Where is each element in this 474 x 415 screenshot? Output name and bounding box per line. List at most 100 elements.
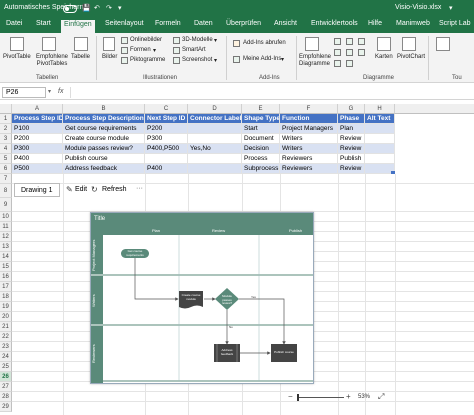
row-header-selected[interactable]: 26 (0, 372, 12, 382)
tab-entwicklertools[interactable]: Entwicklertools (311, 20, 358, 27)
table-cell[interactable]: Review (338, 164, 365, 174)
table-cell[interactable]: P400,P500 (145, 144, 188, 154)
row-header[interactable]: 19 (0, 302, 12, 312)
row-header[interactable]: 10 (0, 212, 12, 222)
scatter-chart-icon[interactable] (346, 60, 353, 67)
zoom-out-button[interactable]: − (288, 392, 293, 401)
table-cell[interactable]: Yes,No (188, 144, 242, 154)
row-header[interactable]: 4 (0, 144, 12, 154)
row-header[interactable]: 5 (0, 154, 12, 164)
column-header-i[interactable] (395, 104, 474, 114)
table-header-cell[interactable]: Shape Type (242, 114, 280, 124)
table-resize-handle[interactable] (391, 171, 395, 174)
zoom-slider-track[interactable] (298, 397, 344, 398)
statistic-chart-icon[interactable] (358, 38, 365, 45)
row-header[interactable]: 20 (0, 312, 12, 322)
table-cell[interactable] (145, 154, 188, 164)
tab-datei[interactable]: Datei (6, 20, 22, 27)
tab-ueberpruefen[interactable]: Überprüfen (226, 20, 261, 27)
table-cell[interactable]: Review (338, 144, 365, 154)
row-header[interactable]: 29 (0, 402, 12, 412)
table-cell[interactable]: P200 (12, 134, 63, 144)
table-cell[interactable] (188, 124, 242, 134)
table-cell[interactable]: Decision (242, 144, 280, 154)
row-header[interactable]: 3 (0, 134, 12, 144)
column-header-g[interactable]: G (338, 104, 365, 114)
table-cell[interactable] (365, 124, 395, 134)
table-cell[interactable]: Reviewers (280, 164, 338, 174)
tab-start[interactable]: Start (36, 20, 51, 27)
table-cell[interactable]: Module passes review? (63, 144, 145, 154)
more-options-icon[interactable]: ··· (136, 185, 143, 192)
column-header-c[interactable]: C (145, 104, 188, 114)
title-dropdown-icon[interactable]: ▾ (449, 4, 453, 12)
zoom-slider-thumb[interactable] (297, 394, 299, 401)
row-header[interactable]: 28 (0, 392, 12, 402)
column-header-a[interactable]: A (12, 104, 63, 114)
column-header-e[interactable]: E (242, 104, 280, 114)
table-header-cell[interactable]: Process Step Description (63, 114, 145, 124)
formula-input[interactable] (70, 87, 472, 98)
table-cell[interactable] (188, 134, 242, 144)
table-cell[interactable]: Subprocess (242, 164, 280, 174)
row-header[interactable]: 13 (0, 242, 12, 252)
row-header[interactable]: 1 (0, 114, 12, 124)
row-header[interactable]: 14 (0, 252, 12, 262)
quick-access-more-icon[interactable]: ▾ (118, 4, 122, 12)
table-header-cell[interactable]: Alt Text (365, 114, 395, 124)
fx-icon[interactable]: fx (58, 88, 63, 95)
combo-chart-icon[interactable] (358, 49, 365, 56)
drawing-name-tab[interactable]: Drawing 1 (14, 183, 60, 197)
tab-seitenlayout[interactable]: Seitenlayout (105, 20, 144, 27)
table-cell[interactable]: Writers (280, 134, 338, 144)
table-cell[interactable]: P300 (12, 144, 63, 154)
refresh-button[interactable]: Refresh (102, 186, 127, 193)
zoom-level[interactable]: 53% (358, 394, 370, 400)
row-header[interactable]: 6 (0, 164, 12, 174)
row-header[interactable]: 27 (0, 382, 12, 392)
hierarchy-chart-icon[interactable] (346, 38, 353, 45)
table-cell[interactable]: P400 (12, 154, 63, 164)
column-header-b[interactable]: B (63, 104, 145, 114)
table-header-cell[interactable]: Next Step ID (145, 114, 188, 124)
visio-diagram[interactable]: Title Plan Review Publish Project Manage… (90, 212, 314, 384)
table-cell[interactable]: Document (242, 134, 280, 144)
table-cell[interactable] (188, 164, 242, 174)
table-cell[interactable]: Process (242, 154, 280, 164)
table-cell[interactable] (188, 154, 242, 164)
row-header[interactable]: 11 (0, 222, 12, 232)
table-cell[interactable]: P300 (145, 134, 188, 144)
row-header[interactable]: 17 (0, 282, 12, 292)
fit-to-window-icon[interactable]: ⤢ (378, 392, 384, 402)
table-header-cell[interactable]: Process Step ID (12, 114, 63, 124)
row-header[interactable]: 8 (0, 184, 12, 198)
table-cell[interactable]: Publish (338, 154, 365, 164)
table-cell[interactable] (365, 134, 395, 144)
name-box[interactable]: P26 (2, 87, 46, 98)
table-cell[interactable]: Review (338, 134, 365, 144)
row-header[interactable]: 21 (0, 322, 12, 332)
column-header-f[interactable]: F (280, 104, 338, 114)
table-cell[interactable]: P100 (12, 124, 63, 134)
row-header[interactable]: 15 (0, 262, 12, 272)
table-cell[interactable]: P500 (12, 164, 63, 174)
row-header[interactable]: 7 (0, 174, 12, 184)
tab-script-lab[interactable]: Script Lab (439, 20, 471, 27)
row-header[interactable]: 23 (0, 342, 12, 352)
waterfall-chart-icon[interactable] (346, 49, 353, 56)
column-chart-icon[interactable] (334, 38, 341, 45)
table-cell[interactable]: Project Managers (280, 124, 338, 134)
table-cell[interactable]: Plan (338, 124, 365, 134)
table-header-cell[interactable]: Phase (338, 114, 365, 124)
column-header-h[interactable]: H (365, 104, 395, 114)
pie-chart-icon[interactable] (334, 60, 341, 67)
table-header-cell[interactable]: Function (280, 114, 338, 124)
refresh-icon[interactable]: ↻ (91, 185, 98, 194)
row-header[interactable]: 25 (0, 362, 12, 372)
table-cell[interactable]: Get course requirements (63, 124, 145, 134)
redo-icon[interactable]: ↷ (106, 4, 112, 12)
row-header[interactable]: 9 (0, 198, 12, 212)
column-header-d[interactable]: D (188, 104, 242, 114)
row-header[interactable]: 16 (0, 272, 12, 282)
table-cell[interactable]: P200 (145, 124, 188, 134)
